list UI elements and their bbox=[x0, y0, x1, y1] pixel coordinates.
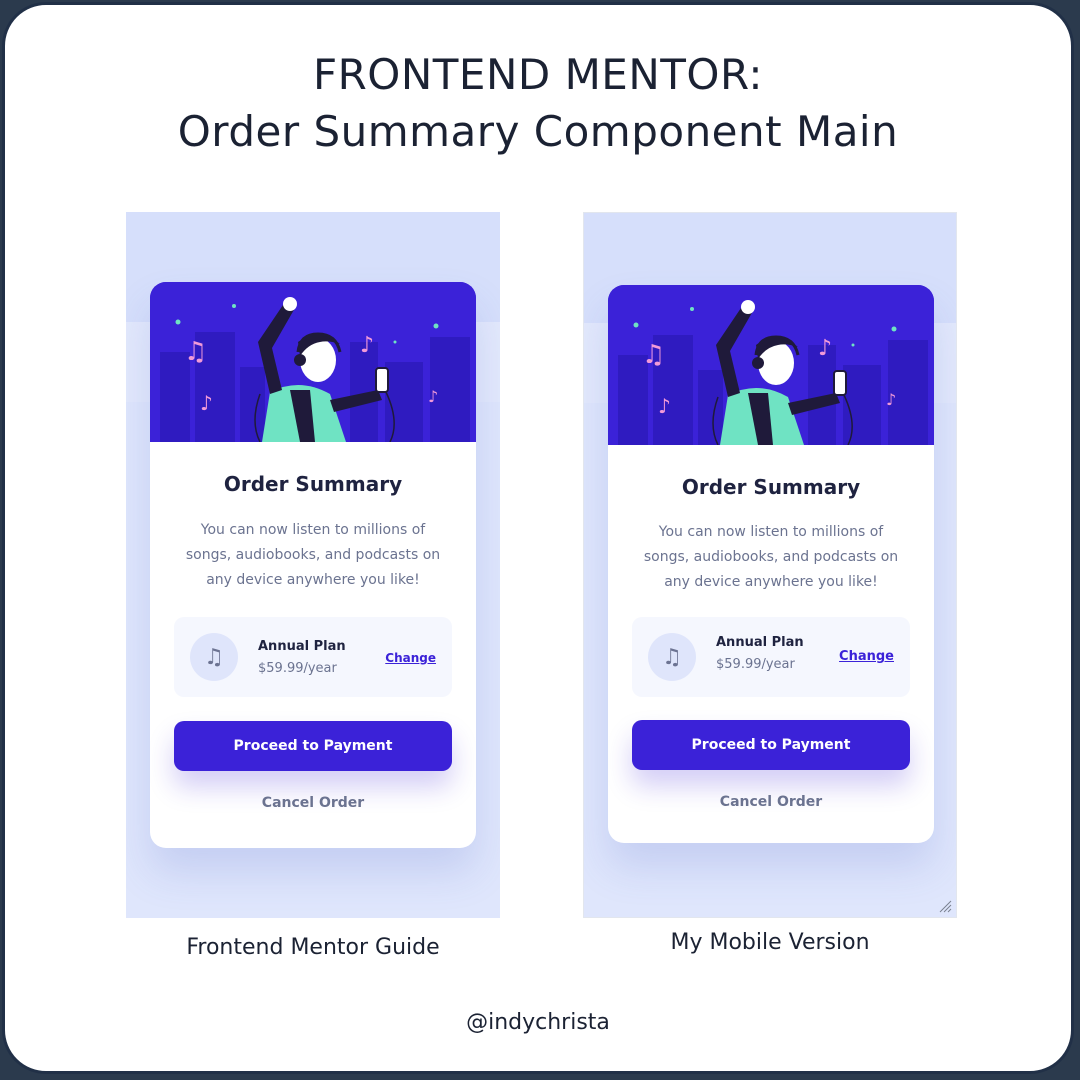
resize-grip-icon[interactable] bbox=[938, 899, 952, 913]
svg-text:♪: ♪ bbox=[886, 390, 896, 409]
hero-illustration: ♫ ♪ ♪ ♪ bbox=[608, 285, 934, 445]
music-note-icon: ♫ bbox=[648, 633, 696, 681]
svg-text:♪: ♪ bbox=[658, 394, 671, 418]
svg-text:♪: ♪ bbox=[428, 387, 438, 406]
plan-name: Annual Plan bbox=[716, 635, 804, 650]
plan-price: $59.99/year bbox=[258, 661, 337, 676]
slide-title-line2: Order Summary Component Main bbox=[177, 107, 899, 156]
mobile-version-panel: ♫ ♪ ♪ ♪ Order Summary You can now listen… bbox=[583, 212, 957, 918]
plan-box: ♫ Annual Plan $59.99/year Change bbox=[174, 617, 452, 697]
author-handle: @indychrista bbox=[466, 1010, 610, 1035]
cancel-order-button[interactable]: Cancel Order bbox=[150, 795, 476, 811]
proceed-to-payment-button[interactable]: Proceed to Payment bbox=[174, 721, 452, 771]
slide-title-line1: FRONTEND MENTOR: bbox=[312, 50, 764, 99]
card-description: You can now listen to millions of songs,… bbox=[185, 522, 441, 588]
change-plan-link[interactable]: Change bbox=[839, 649, 894, 664]
proceed-to-payment-button[interactable]: Proceed to Payment bbox=[632, 720, 910, 770]
mobile-caption: My Mobile Version bbox=[670, 930, 870, 955]
svg-text:♪: ♪ bbox=[818, 336, 832, 361]
card-title: Order Summary bbox=[681, 475, 861, 499]
cancel-order-button[interactable]: Cancel Order bbox=[608, 794, 934, 810]
dancing-person-illustration: ♫ ♪ ♪ ♪ bbox=[608, 285, 934, 445]
music-note-icon: ♫ bbox=[190, 633, 238, 681]
svg-text:♪: ♪ bbox=[200, 391, 213, 415]
card-description: You can now listen to millions of songs,… bbox=[643, 524, 899, 590]
card-title: Order Summary bbox=[223, 472, 403, 496]
dancing-person-illustration: ♫ ♪ ♪ ♪ bbox=[150, 282, 476, 442]
svg-text:♫: ♫ bbox=[184, 337, 207, 367]
hero-illustration: ♫ ♪ ♪ ♪ bbox=[150, 282, 476, 442]
slide-frame: FRONTEND MENTOR: Order Summary Component… bbox=[2, 2, 1074, 1074]
svg-text:♫: ♫ bbox=[642, 340, 665, 370]
plan-price: $59.99/year bbox=[716, 657, 795, 672]
order-summary-card: ♫ ♪ ♪ ♪ Order Summary You can now listen… bbox=[608, 285, 934, 843]
guide-preview-panel: ♫ ♪ ♪ ♪ Order Summary You can now listen… bbox=[126, 212, 500, 918]
svg-text:♪: ♪ bbox=[360, 333, 374, 358]
plan-box: ♫ Annual Plan $59.99/year Change bbox=[632, 617, 910, 697]
guide-caption: Frontend Mentor Guide bbox=[186, 935, 440, 960]
order-summary-card: ♫ ♪ ♪ ♪ Order Summary You can now listen… bbox=[150, 282, 476, 848]
change-plan-link[interactable]: Change bbox=[385, 651, 436, 665]
plan-name: Annual Plan bbox=[258, 639, 346, 654]
